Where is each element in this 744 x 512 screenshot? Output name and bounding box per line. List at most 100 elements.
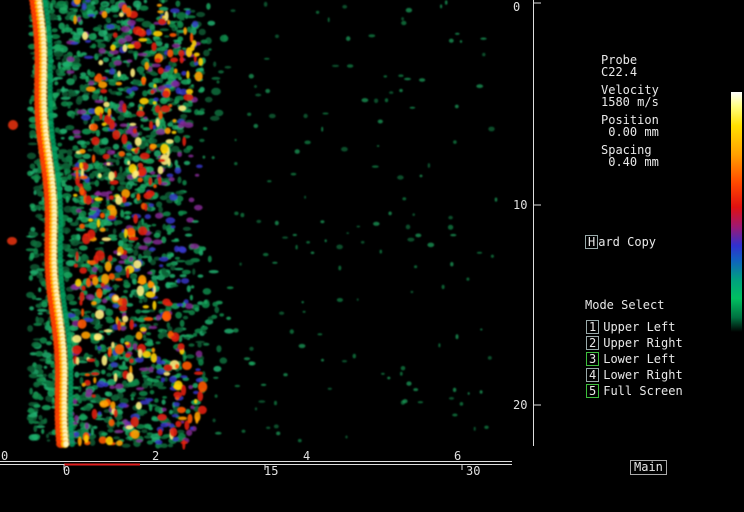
speckle	[198, 88, 204, 93]
speckle	[178, 105, 187, 112]
speckle	[26, 152, 37, 160]
speckle	[133, 249, 139, 257]
speckle	[188, 197, 195, 203]
speckle	[86, 358, 96, 363]
mode-full-screen[interactable]: 5 Full Screen	[586, 384, 683, 398]
speckle	[127, 160, 131, 166]
speckle	[164, 10, 169, 21]
speckle	[182, 354, 186, 362]
mode-upper-right[interactable]: 2 Upper Right	[586, 336, 683, 350]
speckle	[297, 438, 302, 443]
speckle	[153, 184, 157, 189]
speckle	[183, 27, 188, 35]
hard-copy-button[interactable]: Hard Copy	[585, 235, 656, 249]
mode-lower-left[interactable]: 3 Lower Left	[586, 352, 675, 366]
speckle	[39, 253, 45, 256]
speckle	[119, 181, 128, 186]
speckle	[113, 436, 120, 440]
speckle	[66, 101, 73, 106]
speckle	[102, 382, 109, 388]
speckle	[172, 72, 181, 79]
speckle	[183, 93, 194, 101]
speckle	[289, 329, 294, 334]
mode-lower-right[interactable]: 4 Lower Right	[586, 368, 683, 382]
speckle	[130, 429, 140, 439]
speckle	[163, 364, 173, 372]
speckle	[294, 149, 300, 154]
speckle	[224, 65, 232, 69]
speckle	[62, 227, 71, 234]
speckle	[186, 26, 192, 33]
speckle	[480, 328, 483, 331]
speckle	[58, 7, 68, 14]
speckle	[193, 332, 198, 337]
speckle	[41, 301, 48, 308]
speckle	[161, 407, 167, 412]
speckle	[66, 56, 75, 63]
speckle	[83, 92, 90, 96]
speckle	[448, 397, 455, 400]
speckle	[148, 366, 154, 373]
speckle	[327, 387, 332, 390]
speckle	[103, 101, 110, 108]
speckle	[79, 299, 83, 306]
speckle	[239, 262, 242, 266]
speckle	[174, 256, 180, 260]
mode-upper-left[interactable]: 1 Upper Left	[586, 320, 675, 334]
speckle	[47, 389, 56, 397]
speckle	[72, 334, 82, 343]
speckle	[60, 137, 65, 140]
speckle	[219, 357, 228, 364]
speckle	[157, 413, 167, 421]
speckle	[211, 87, 221, 96]
speckle	[180, 79, 191, 85]
speckle	[74, 309, 82, 316]
speckle	[82, 31, 89, 41]
speckle	[115, 81, 123, 86]
speckle	[402, 197, 407, 201]
ultrasound-image[interactable]	[0, 0, 533, 450]
speckle	[180, 120, 187, 125]
speckle	[133, 378, 139, 385]
speckle	[203, 342, 210, 346]
speckle	[137, 166, 147, 177]
main-button[interactable]: Main	[630, 460, 667, 475]
speckle	[28, 434, 39, 441]
speckle	[177, 151, 183, 157]
speckle	[155, 314, 161, 321]
speckle	[374, 98, 379, 104]
speckle	[455, 32, 460, 35]
speckle	[76, 140, 87, 145]
probe-value: C22.4	[601, 65, 638, 79]
speckle	[139, 152, 150, 160]
speckle	[148, 325, 158, 330]
speckle	[35, 297, 42, 301]
speckle	[179, 56, 184, 64]
speckle	[208, 48, 212, 51]
speckle	[29, 163, 36, 170]
speckle	[97, 346, 102, 351]
speckle	[33, 404, 41, 408]
speckle	[170, 80, 181, 88]
speckle	[85, 392, 92, 398]
speckle	[181, 70, 187, 76]
speckle	[200, 39, 208, 44]
speckle	[65, 125, 75, 131]
speckle	[195, 416, 199, 424]
speckle	[58, 149, 68, 154]
speckle	[274, 400, 277, 406]
speckle	[74, 393, 80, 398]
speckle	[303, 113, 308, 119]
speckle	[97, 41, 102, 45]
speckle	[121, 4, 128, 14]
speckle	[84, 434, 89, 443]
speckle	[158, 158, 166, 163]
speckle	[175, 420, 182, 428]
speckle	[185, 88, 194, 95]
speckle	[81, 331, 91, 339]
speckle	[115, 159, 120, 166]
mode-label-lower-left: Lower Left	[603, 352, 676, 366]
speckle	[108, 273, 115, 280]
speckle	[172, 402, 180, 407]
speckle	[448, 38, 454, 43]
